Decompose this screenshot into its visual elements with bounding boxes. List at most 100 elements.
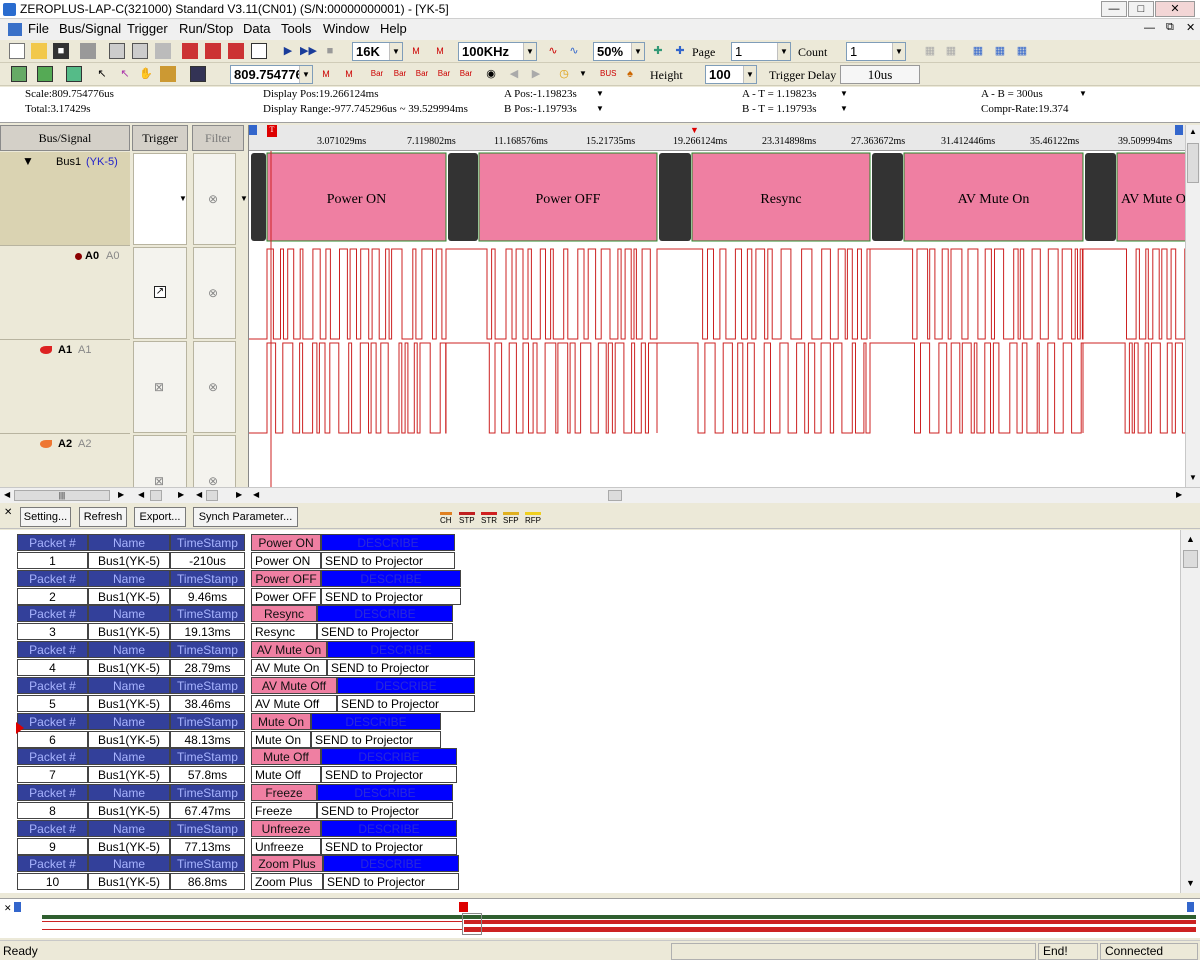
window-tile-icon[interactable]: ▦	[970, 43, 986, 59]
waveform-area[interactable]: T ▼ 3.071029ms 7.119802ms 11.168576ms 15…	[248, 125, 1185, 487]
menu-data[interactable]: Data	[243, 21, 270, 36]
time-ruler[interactable]: T ▼ 3.071029ms 7.119802ms 11.168576ms 15…	[249, 125, 1185, 151]
chevron-down-icon[interactable]: ▼	[575, 66, 591, 82]
trigger-delay-field[interactable]: 10us	[840, 65, 920, 84]
scroll-left-icon[interactable]: ◀	[4, 490, 10, 499]
trigger-cell-a1[interactable]: ⊠	[133, 341, 187, 433]
names-scroll-thumb[interactable]: |||	[14, 490, 110, 501]
menu-help[interactable]: Help	[380, 21, 407, 36]
menu-window[interactable]: Window	[323, 21, 369, 36]
waveform-scroll-thumb[interactable]	[608, 490, 622, 501]
waveform-horizontal-scrollbar[interactable]: ◀ ||| ▶ ◀ ▶ ◀ ▶ ◀ ▶	[0, 487, 1200, 503]
synch-parameter-button[interactable]: Synch Parameter...	[193, 507, 298, 527]
filter-scroll-thumb[interactable]	[206, 490, 218, 501]
trigger-cell-a2[interactable]: ⊠	[133, 435, 187, 495]
page-prev-icon[interactable]: ✚	[650, 43, 666, 59]
stop-icon[interactable]: ■	[322, 43, 338, 59]
trigger-position-select[interactable]: 50% ▼	[593, 42, 645, 61]
signal-row-a2[interactable]: A2 A2	[0, 434, 130, 486]
filter-cell-a0[interactable]: ⊗	[193, 247, 236, 339]
run-icon[interactable]: ▶	[280, 43, 296, 59]
bus-icon[interactable]: BUS	[600, 66, 616, 82]
stop-trigger-icon[interactable]	[251, 43, 267, 59]
cursor-position-select[interactable]: 809.754776 ▼	[230, 65, 313, 84]
count-select[interactable]: 1 ▼	[846, 42, 906, 61]
print-icon[interactable]	[80, 43, 96, 59]
close-panel-icon[interactable]: ✕	[4, 507, 12, 518]
scroll-left-icon[interactable]: ◀	[196, 490, 202, 499]
mdi-minimize-button[interactable]: —	[1144, 22, 1155, 34]
filter-icon[interactable]	[205, 43, 221, 59]
scroll-up-icon[interactable]: ▲	[1186, 534, 1195, 544]
trigger-cell-a0[interactable]: ↗	[133, 247, 187, 339]
bar-d-icon[interactable]: Bar	[458, 66, 474, 82]
scroll-thumb[interactable]	[1183, 550, 1198, 568]
overview-view-window[interactable]	[462, 913, 482, 935]
marker-b-icon[interactable]: M	[341, 66, 357, 82]
scroll-down-icon[interactable]: ▼	[1189, 473, 1197, 482]
close-overview-icon[interactable]: ✕	[4, 903, 12, 914]
cursor-end-marker-icon[interactable]	[1175, 125, 1183, 135]
scroll-right-icon[interactable]: ▶	[178, 490, 184, 499]
page-select[interactable]: 1 ▼	[731, 42, 791, 61]
cursor-a-marker-icon[interactable]: T	[267, 125, 277, 137]
window-arrange-icon[interactable]: ▦	[1014, 43, 1030, 59]
chevron-down-icon[interactable]: ▼	[596, 104, 604, 113]
save-icon[interactable]: ■	[53, 43, 69, 59]
compare-icon[interactable]: ▦	[922, 43, 938, 59]
open-folder-icon[interactable]	[31, 43, 47, 59]
refresh-view-icon[interactable]	[66, 66, 82, 82]
scroll-thumb[interactable]	[1187, 143, 1199, 183]
mdi-close-button[interactable]: ✕	[1186, 21, 1195, 34]
menu-tools[interactable]: Tools	[281, 21, 311, 36]
collapse-triangle-icon[interactable]: ▼	[22, 154, 34, 168]
bar-t-icon[interactable]: Bar	[414, 66, 430, 82]
new-file-icon[interactable]	[9, 43, 25, 59]
sampling-frequency-select[interactable]: 100KHz ▼	[458, 42, 537, 61]
window-cascade-icon[interactable]: ▦	[992, 43, 1008, 59]
bus-settings-icon[interactable]	[132, 43, 148, 59]
signal-row-a0[interactable]: A0 A0	[0, 246, 130, 340]
menu-file[interactable]: File	[28, 21, 49, 36]
hand-tool-icon[interactable]: ✋	[138, 66, 154, 82]
scroll-right-icon[interactable]: ▶	[1176, 490, 1182, 499]
clock-wave-icon[interactable]: ∿	[545, 43, 561, 59]
marker-a-icon[interactable]: M	[318, 66, 334, 82]
waveform-vertical-scrollbar[interactable]: ▲ ▼	[1185, 125, 1200, 487]
chevron-down-icon[interactable]: ▼	[1079, 89, 1087, 98]
bar-a-icon[interactable]: Bar	[369, 66, 385, 82]
menu-run-stop[interactable]: Run/Stop	[179, 21, 233, 36]
filter-cell-a1[interactable]: ⊗	[193, 341, 236, 433]
chevron-down-icon[interactable]: ▼	[840, 104, 848, 113]
trigger-scroll-thumb[interactable]	[150, 490, 162, 501]
page-next-icon[interactable]: ✚	[672, 43, 688, 59]
scroll-down-icon[interactable]: ▼	[1186, 878, 1195, 888]
channel-settings-icon[interactable]	[109, 43, 125, 59]
chevron-down-icon[interactable]: ▼	[596, 89, 604, 98]
refresh-button[interactable]: Refresh	[79, 507, 127, 527]
memory-depth-select[interactable]: 16K ▼	[352, 42, 403, 61]
scroll-left-icon[interactable]: ◀	[253, 490, 259, 499]
group-icon[interactable]	[155, 43, 171, 59]
menu-trigger[interactable]: Trigger	[127, 21, 168, 36]
search-prev-icon[interactable]: ◀	[506, 66, 522, 82]
display-mode-icon[interactable]	[190, 66, 206, 82]
signal-row-a1[interactable]: A1 A1	[0, 340, 130, 434]
sample-mode-icon[interactable]: M	[408, 43, 424, 59]
measure-icon[interactable]	[160, 66, 176, 82]
compare2-icon[interactable]: ▦	[943, 43, 959, 59]
maximize-button[interactable]: □	[1128, 1, 1154, 17]
trigger-settings-icon[interactable]	[182, 43, 198, 59]
mdi-restore-button[interactable]: ⧉	[1166, 21, 1174, 34]
export-button[interactable]: Export...	[134, 507, 186, 527]
filter-cell-a2[interactable]: ⊗	[193, 435, 236, 495]
run-repeat-icon[interactable]: ▶▶	[300, 43, 317, 59]
chevron-down-icon[interactable]: ▼	[240, 194, 248, 203]
close-button[interactable]: ✕	[1155, 1, 1195, 17]
chevron-down-icon[interactable]: ▼	[179, 194, 187, 203]
filter-cell-bus1[interactable]: ⊗ ▼	[193, 153, 248, 245]
grid-icon[interactable]	[11, 66, 27, 82]
overview-strip[interactable]: ✕	[0, 898, 1200, 938]
clock-icon[interactable]: ◷	[556, 66, 572, 82]
height-select[interactable]: 100 ▼	[705, 65, 757, 84]
